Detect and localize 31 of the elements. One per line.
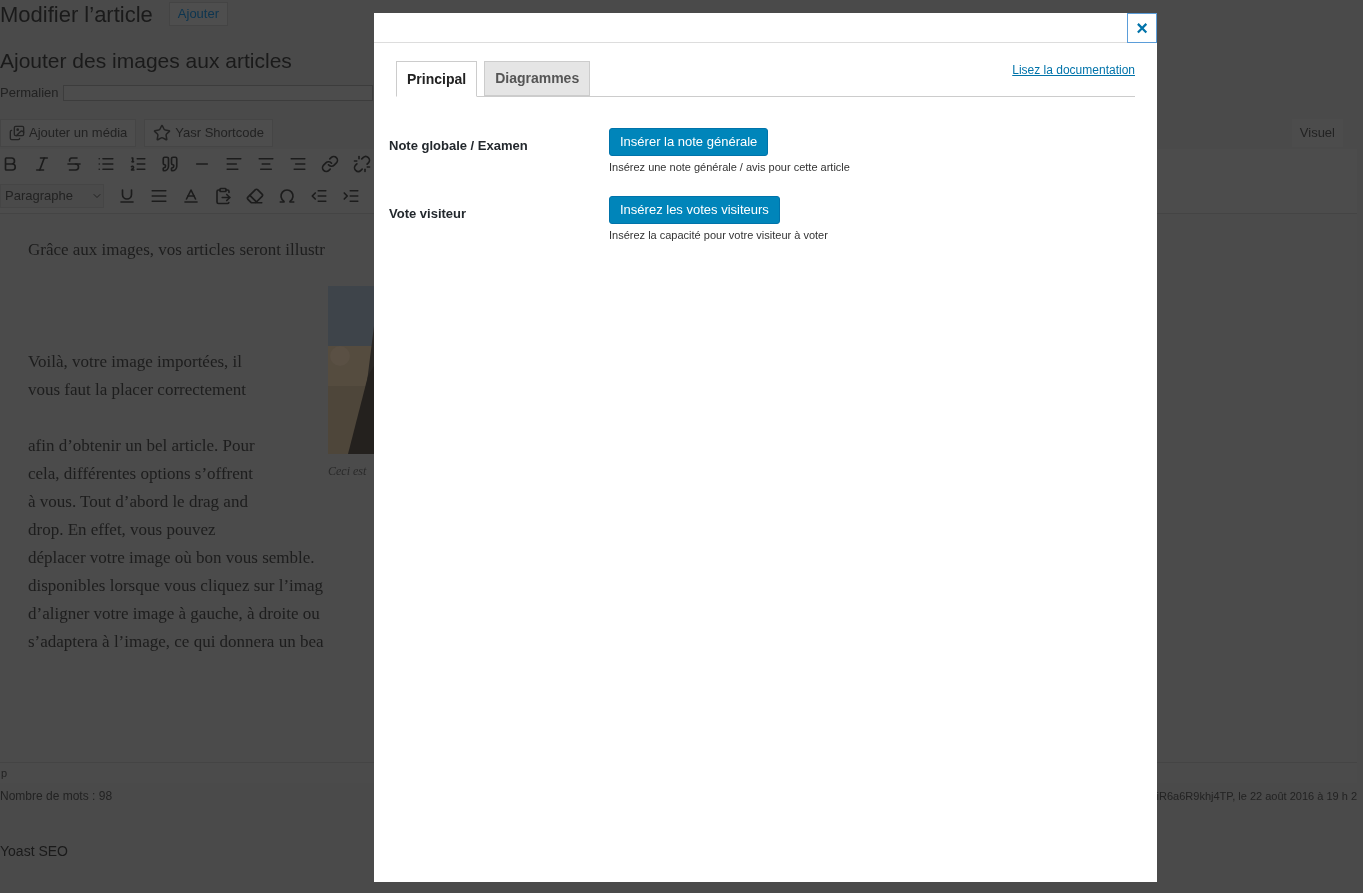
setting-label: Vote visiteur	[389, 204, 468, 223]
align-left-icon[interactable]	[225, 155, 243, 173]
unlink-icon[interactable]	[353, 155, 371, 173]
permalink-field[interactable]	[62, 85, 373, 101]
star-icon	[153, 124, 172, 142]
close-button[interactable]: ×	[1127, 13, 1157, 43]
insert-button[interactable]: Insérer la note générale	[609, 128, 769, 156]
align-right-icon[interactable]	[289, 155, 307, 173]
modal-tab[interactable]: Principal	[396, 61, 478, 97]
setting-label: Note globale / Examen	[389, 137, 529, 155]
underline-icon[interactable]	[118, 187, 136, 205]
insert-button[interactable]: Insérez les votes visiteurs	[609, 195, 780, 224]
quote-icon[interactable]	[161, 155, 179, 173]
setting-description: Insérez une note générale / avis pour cette article	[609, 160, 850, 175]
strikethrough-icon[interactable]	[65, 155, 83, 173]
indent-icon[interactable]	[342, 187, 360, 205]
paste-icon[interactable]	[214, 187, 232, 205]
bullet-list-icon[interactable]	[97, 155, 115, 173]
text-color-icon[interactable]	[182, 187, 200, 205]
omega-icon[interactable]	[278, 187, 296, 205]
setting-description: Insérez la capacité pour votre visiteur à voter	[609, 227, 828, 243]
italic-icon[interactable]	[33, 155, 51, 173]
outdent-icon[interactable]	[310, 187, 328, 205]
eraser-icon[interactable]	[246, 187, 264, 205]
numbered-list-icon[interactable]	[129, 155, 147, 173]
documentation-link[interactable]: Lisez la documentation	[1012, 61, 1135, 79]
link-icon[interactable]	[321, 155, 339, 173]
media-icon	[9, 125, 25, 141]
modal-tab[interactable]: Diagrammes	[484, 61, 591, 96]
justify-icon[interactable]	[150, 187, 168, 205]
align-center-icon[interactable]	[257, 155, 275, 173]
